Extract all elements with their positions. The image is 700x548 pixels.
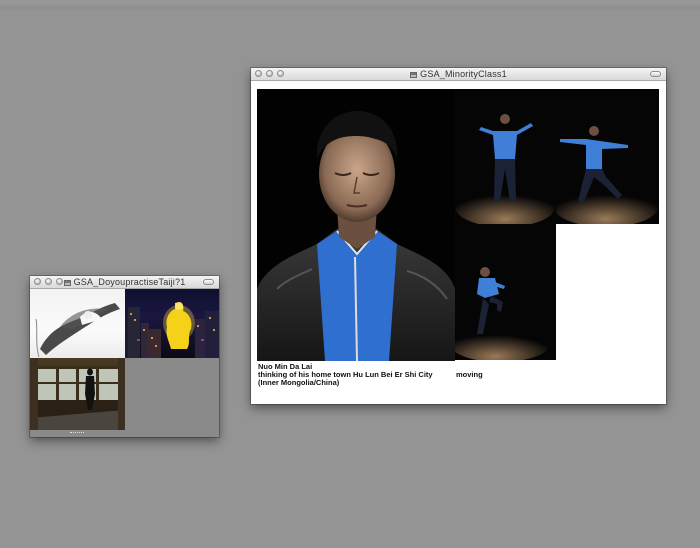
caption-moving: moving bbox=[456, 370, 483, 379]
window-controls bbox=[255, 70, 284, 77]
window-title: GSA_DoyoupractiseTaiji?1 bbox=[73, 277, 186, 287]
toolbar-toggle-button[interactable] bbox=[203, 279, 214, 285]
window-controls bbox=[34, 278, 63, 285]
ink-brush-figure-photo[interactable] bbox=[30, 289, 125, 358]
kick-photo[interactable] bbox=[455, 224, 556, 360]
photo-caption: Nuo Min Da Lai thinking of his home town… bbox=[258, 363, 448, 387]
portrait-photo[interactable] bbox=[257, 89, 455, 361]
document-icon bbox=[410, 72, 418, 78]
night-city-glowing-figure-photo[interactable] bbox=[125, 289, 219, 358]
minority-class-window-titlebar[interactable]: GSA_MinorityClass1 bbox=[251, 68, 666, 81]
minimize-button[interactable] bbox=[266, 70, 273, 77]
taiji-window-titlebar[interactable]: GSA_DoyoupractiseTaiji?1 bbox=[30, 276, 219, 289]
close-button[interactable] bbox=[34, 278, 41, 285]
taiji-window-content bbox=[30, 289, 219, 437]
minority-class-window-content: Nuo Min Da Lai thinking of his home town… bbox=[251, 81, 666, 404]
room-silhouette-photo[interactable] bbox=[30, 358, 125, 430]
caption-line-3: (Inner Mongolia/China) bbox=[258, 378, 340, 387]
stance-photo[interactable] bbox=[556, 89, 659, 224]
zoom-button[interactable] bbox=[56, 278, 63, 285]
back-view-photo[interactable] bbox=[455, 89, 556, 224]
minimize-button[interactable] bbox=[45, 278, 52, 285]
zoom-button[interactable] bbox=[277, 70, 284, 77]
minority-class-window[interactable]: GSA_MinorityClass1 Nuo Min Da Lai thinki… bbox=[251, 68, 666, 404]
taiji-window[interactable]: GSA_DoyoupractiseTaiji?1 bbox=[30, 276, 219, 437]
window-resize-grip[interactable] bbox=[70, 432, 84, 436]
toolbar-toggle-button[interactable] bbox=[650, 71, 661, 77]
document-icon bbox=[63, 280, 71, 286]
close-button[interactable] bbox=[255, 70, 262, 77]
window-title: GSA_MinorityClass1 bbox=[420, 69, 507, 79]
